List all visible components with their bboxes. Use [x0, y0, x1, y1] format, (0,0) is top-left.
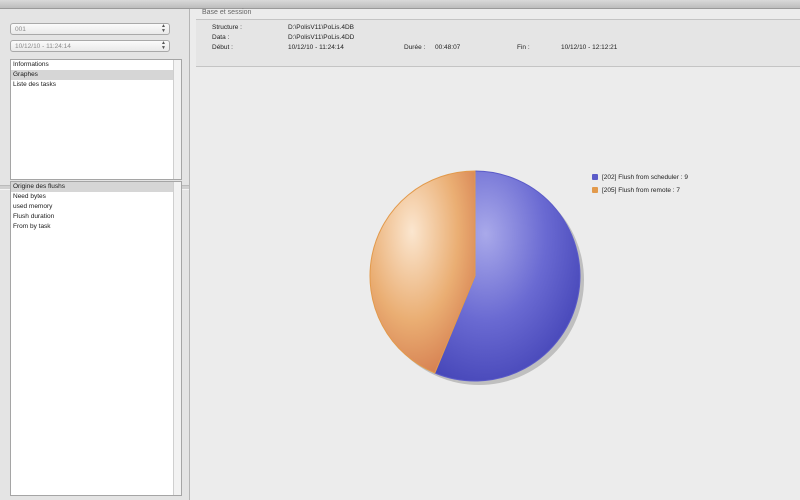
view-list-item[interactable]: Informations [11, 60, 181, 70]
window-title-bar [0, 0, 800, 9]
fin-label: Fin : [517, 44, 530, 51]
legend-item-scheduler: [202] Flush from scheduler : 9 [592, 174, 688, 181]
legend-label-scheduler: [202] Flush from scheduler : 9 [602, 174, 688, 181]
view-list-item[interactable]: Graphes [11, 70, 181, 80]
session-group-title: Base et session [202, 9, 252, 16]
structure-label: Structure : [212, 24, 242, 31]
session-number-select[interactable]: 001 ▲ ▼ [10, 23, 170, 35]
view-list[interactable]: Informations Graphes Liste des tasks [10, 59, 182, 180]
graph-list[interactable]: Origine des flushs Need bytes used memor… [10, 181, 182, 496]
graph-list-item[interactable]: Need bytes [11, 192, 181, 202]
graph-list-item[interactable]: From by task [11, 222, 181, 232]
session-date-select[interactable]: 10/12/10 - 11:24:14 ▲ ▼ [10, 40, 170, 52]
session-number-value: 001 [15, 26, 26, 33]
duree-value: 00:48:07 [435, 44, 461, 51]
legend-item-remote: [205] Flush from remote : 7 [592, 187, 680, 194]
legend-swatch [592, 174, 598, 180]
debut-label: Début : [212, 44, 233, 51]
duree-label: Durée : [404, 44, 426, 51]
graph-list-item[interactable]: used memory [11, 202, 181, 212]
graph-list-scrollbar[interactable] [173, 182, 181, 495]
graph-list-item[interactable]: Flush duration [11, 212, 181, 222]
legend-label-remote: [205] Flush from remote : 7 [602, 187, 681, 194]
left-panel: 001 ▲ ▼ 10/12/10 - 11:24:14 ▲ ▼ Informatio… [0, 9, 190, 500]
legend-swatch [592, 187, 598, 193]
session-info-box: Structure : D:\PolisV11\PoLis.4DB Data :… [196, 19, 800, 67]
graph-list-item[interactable]: Origine des flushs [11, 182, 181, 192]
view-list-scrollbar[interactable] [173, 60, 181, 179]
fin-value: 10/12/10 - 12:12:21 [561, 44, 618, 51]
session-date-value: 10/12/10 - 11:24:14 [15, 43, 71, 50]
data-label: Data : [212, 34, 230, 41]
stepper-arrows-icon: ▲ ▼ [161, 40, 166, 51]
view-list-item[interactable]: Liste des tasks [11, 80, 181, 90]
debut-value: 10/12/10 - 11:24:14 [288, 44, 344, 51]
structure-value: D:\PolisV11\PoLis.4DB [288, 24, 354, 31]
data-value: D:\PolisV11\PoLis.4DD [288, 34, 355, 41]
flush-origin-pie-chart [369, 170, 584, 385]
stepper-arrows-icon: ▲ ▼ [161, 23, 166, 34]
